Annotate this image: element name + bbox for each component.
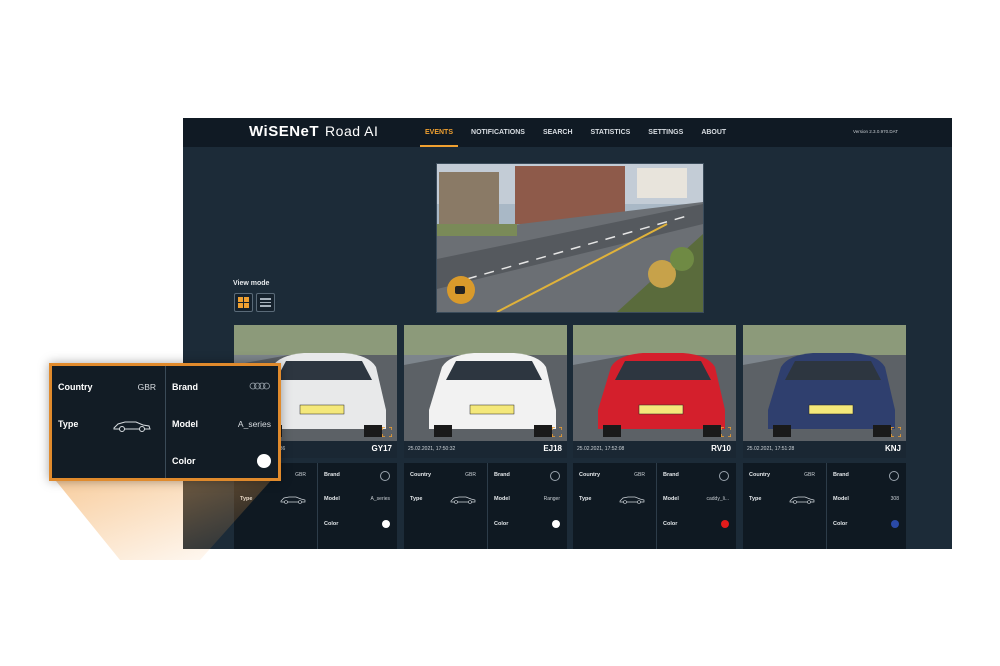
attribute-callout: Country GBR Type Brand Model A_series Co… (49, 363, 281, 481)
audi-icon (249, 382, 270, 390)
sedan-car-icon (113, 421, 151, 432)
color-swatch (257, 454, 271, 468)
callout-left-column: Country GBR Type (52, 366, 164, 478)
callout-right-column: Brand Model A_series Color (165, 366, 279, 478)
callout-beam (52, 476, 275, 560)
